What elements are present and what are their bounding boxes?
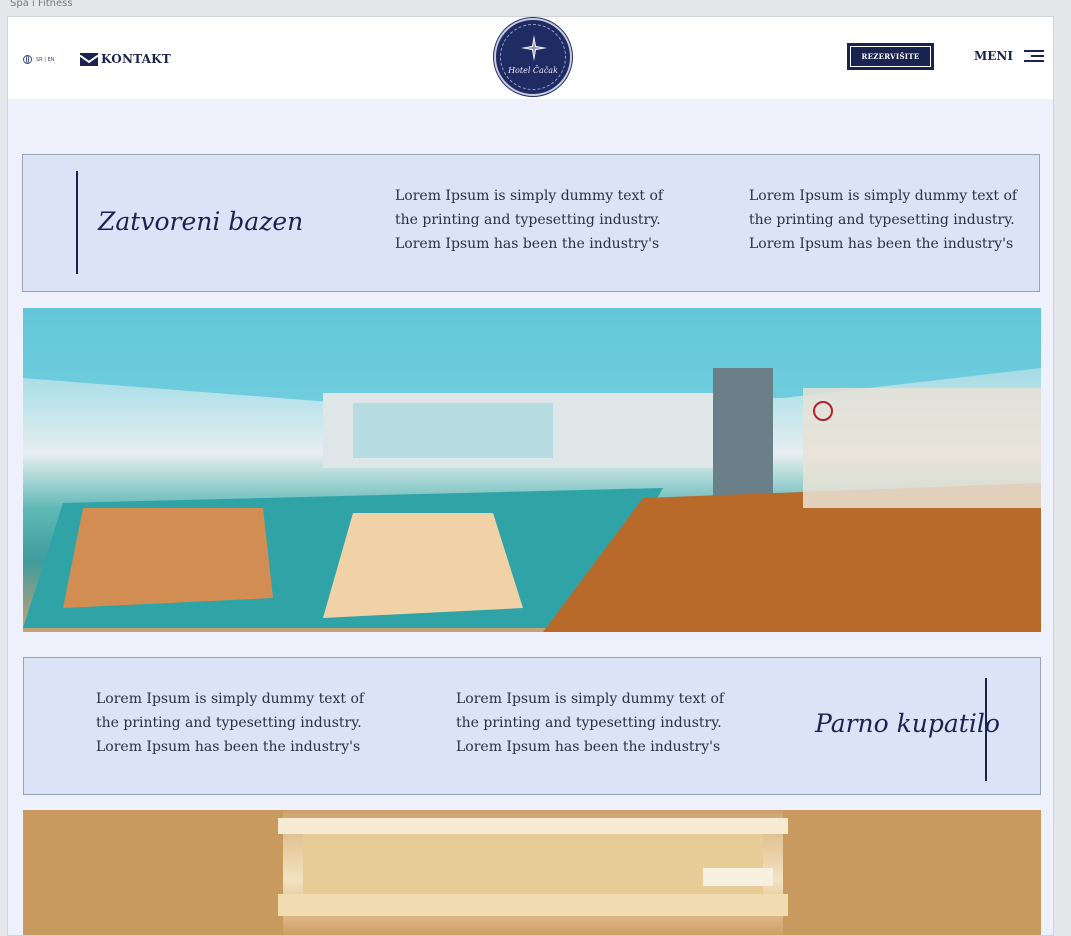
divider-line [985,678,987,781]
section-paragraph: Lorem Ipsum is simply dummy text of the … [395,188,664,252]
section-title: Parno kupatilo [815,709,1000,738]
menu-label: MENI [974,49,1014,63]
sauna-scene [23,810,1041,935]
contact-link[interactable]: KONTAKT [80,52,171,66]
globe-icon [23,55,32,64]
mail-icon [80,52,98,66]
section-paragraph: Lorem Ipsum is simply dummy text of the … [749,188,1018,252]
section-paragraph: Lorem Ipsum is simply dummy text of the … [96,691,365,755]
menu-button[interactable]: MENI [974,49,1045,63]
page-tab-label: Spa i Fitness [10,0,73,9]
site-header: SR | EN KONTAKT Hotel Čačak REZERVIŠITE … [8,17,1053,99]
language-switcher[interactable]: SR | EN [23,55,54,64]
hotel-logo[interactable]: Hotel Čačak [494,18,572,96]
pool-scene [23,308,1041,632]
pool-info-band: Zatvoreni bazen Lorem Ipsum is simply du… [22,154,1040,292]
language-options[interactable]: SR | EN [36,57,54,63]
reserve-button[interactable]: REZERVIŠITE [847,43,934,70]
sauna-photo [23,810,1041,935]
hamburger-icon [1024,50,1045,62]
logo-text: Hotel Čačak [508,66,558,75]
divider-line [76,171,78,274]
indoor-pool-photo [23,308,1041,632]
compass-star-icon [521,35,547,61]
section-title: Zatvoreni bazen [98,207,304,236]
contact-label: KONTAKT [101,52,171,66]
site-frame: SR | EN KONTAKT Hotel Čačak REZERVIŠITE … [7,16,1054,936]
steam-bath-info-band: Lorem Ipsum is simply dummy text of the … [23,657,1041,795]
section-paragraph: Lorem Ipsum is simply dummy text of the … [456,691,725,755]
